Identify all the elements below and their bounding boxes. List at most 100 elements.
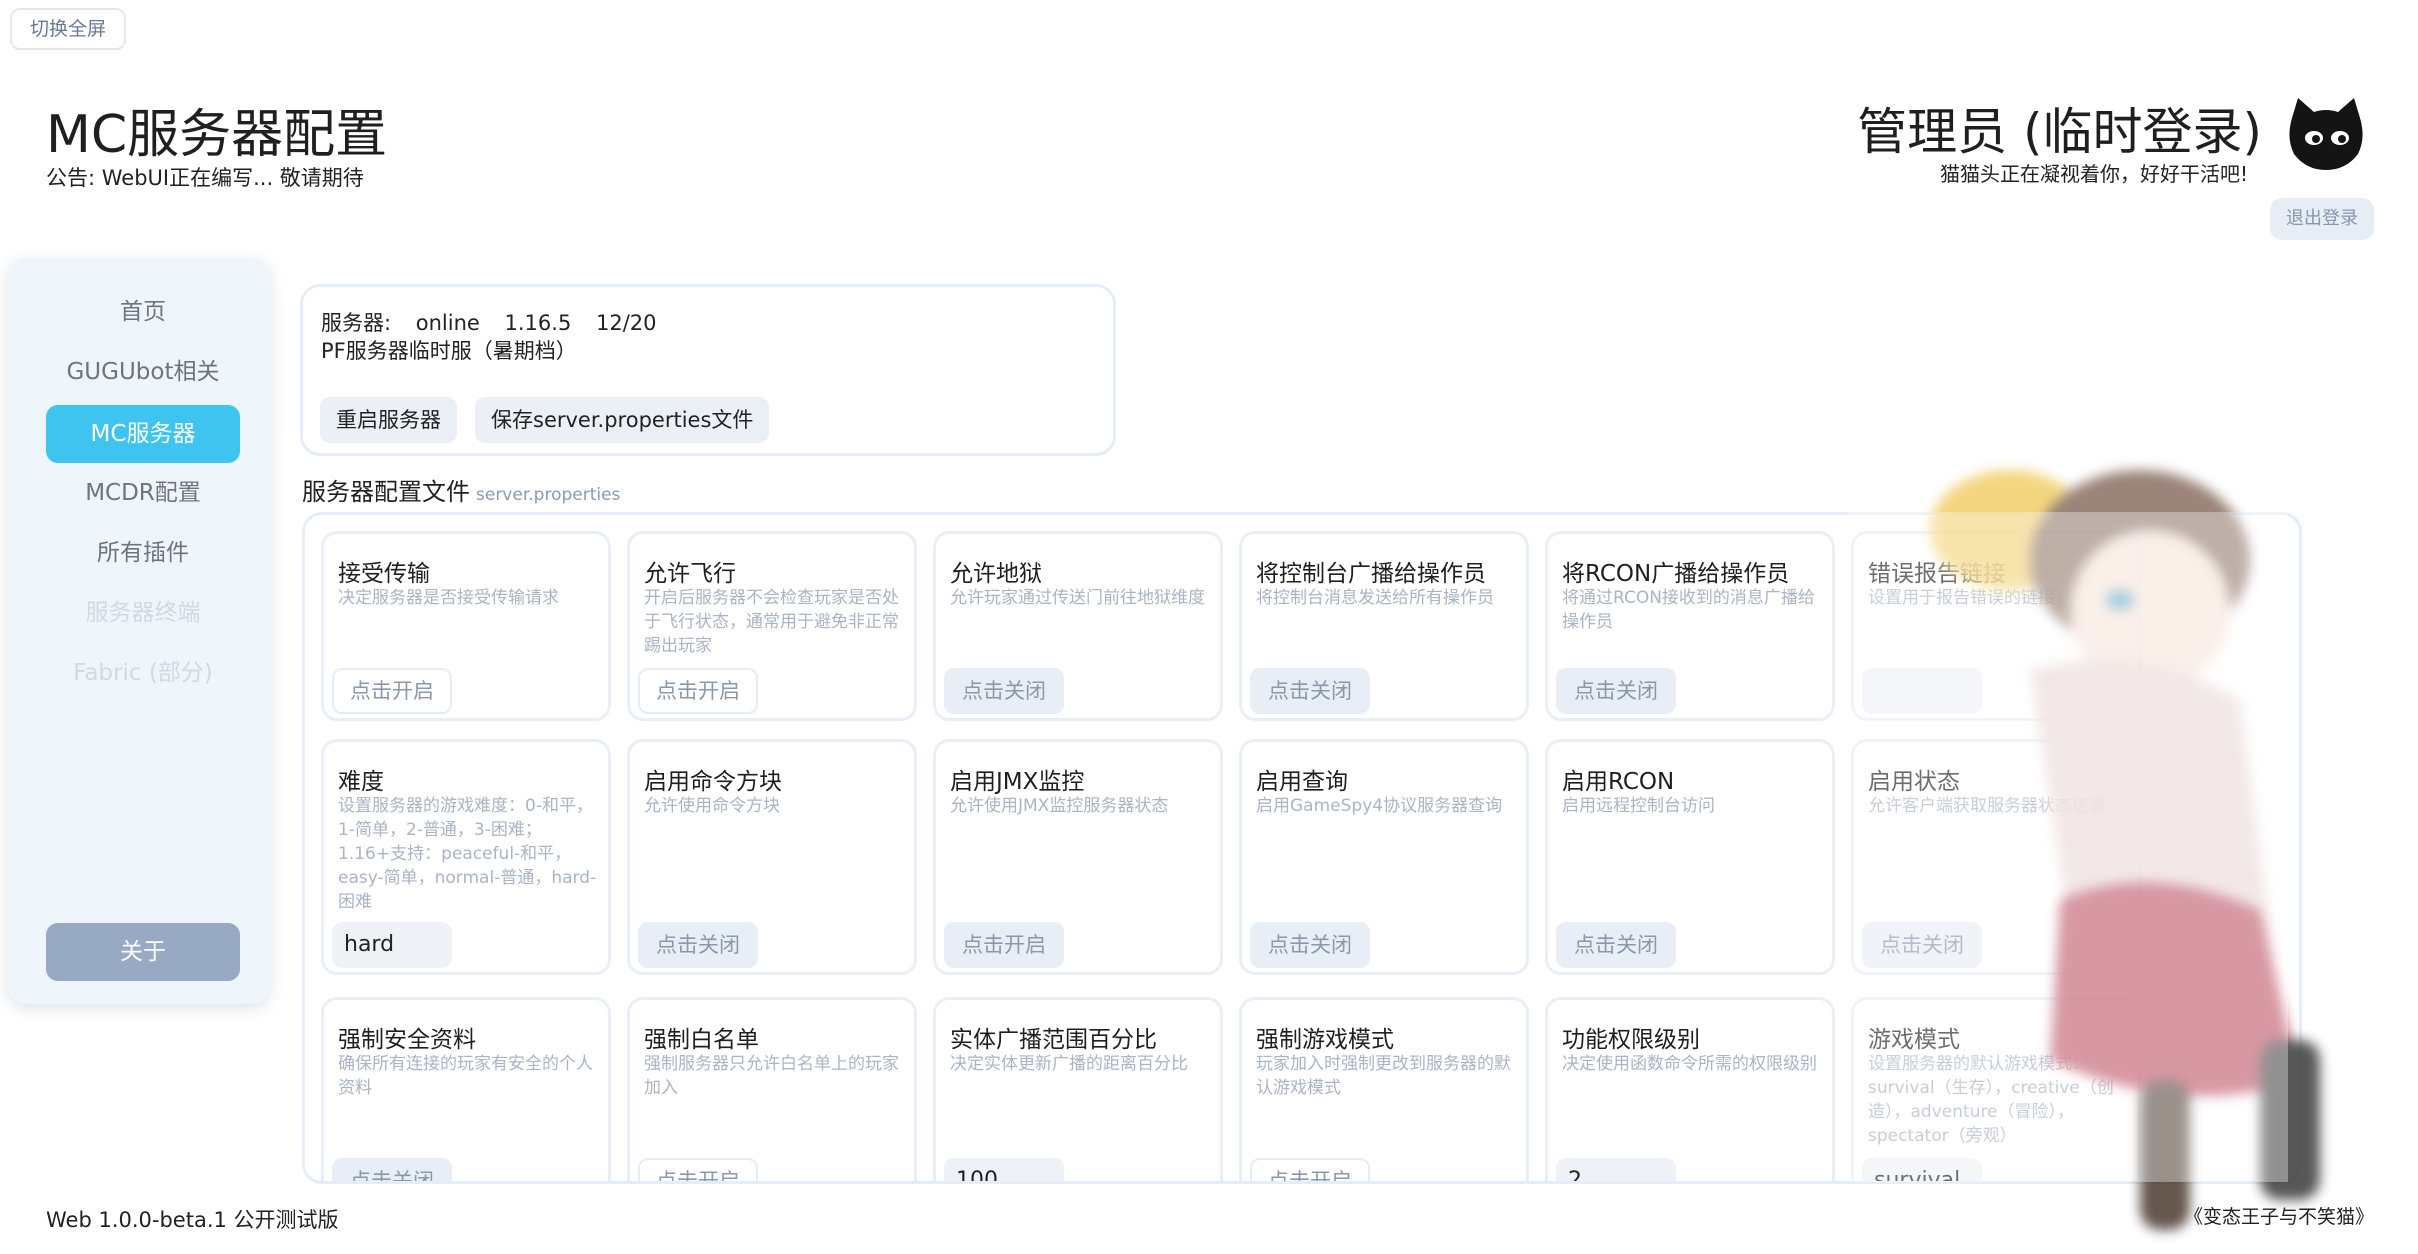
config-description: 决定服务器是否接受传输请求 — [338, 588, 559, 608]
page-title: MC服务器配置 — [46, 105, 388, 165]
config-description: 允许使用JMX监控服务器状态 — [950, 796, 1169, 816]
config-description: 将通过RCON接收到的消息广播给操作员 — [1562, 588, 1815, 632]
config-toggle-button[interactable]: 点击关闭 — [1250, 922, 1370, 968]
config-description: 开启后服务器不会检查玩家是否处于飞行状态，通常用于避免非正常踢出玩家 — [644, 588, 899, 656]
config-toggle-button[interactable]: 点击关闭 — [638, 922, 758, 968]
sidebar-item-gugubot[interactable]: GUGUbot相关 — [46, 343, 240, 401]
config-toggle-button[interactable]: 点击关闭 — [944, 668, 1064, 714]
config-toggle-button[interactable]: 点击关闭 — [1556, 668, 1676, 714]
sidebar-item-mcdr-config[interactable]: MCDR配置 — [46, 464, 240, 522]
sidebar-item-fabric: Fabric (部分) — [73, 660, 213, 686]
config-card: 游戏模式 设置服务器的默认游戏模式：survival（生存），creative（… — [1851, 997, 2141, 1181]
config-description: 玩家加入时强制更改到服务器的默认游戏模式 — [1256, 1054, 1511, 1098]
config-description: 确保所有连接的玩家有安全的个人资料 — [338, 1054, 593, 1098]
config-title: 强制安全资料 — [338, 1027, 476, 1053]
announcement-text: 公告: WebUI正在编写... 敬请期待 — [46, 166, 364, 190]
config-toggle-button[interactable]: 点击关闭 — [332, 1158, 452, 1181]
config-card: 启用查询 启用GameSpy4协议服务器查询 点击关闭 — [1239, 739, 1529, 975]
config-card: 启用命令方块 允许使用命令方块 点击关闭 — [627, 739, 917, 975]
config-card: 强制游戏模式 玩家加入时强制更改到服务器的默认游戏模式 点击开启 — [1239, 997, 1529, 1181]
server-version: 1.16.5 — [504, 311, 572, 335]
config-description: 启用远程控制台访问 — [1562, 796, 1715, 816]
cat-avatar-icon — [2286, 98, 2366, 170]
sidebar: 首页 GUGUbot相关 MC服务器 MCDR配置 所有插件 服务器终端 Fab… — [8, 258, 270, 1004]
config-card: 允许地狱 允许玩家通过传送门前往地狱维度 点击关闭 — [933, 531, 1223, 721]
config-title: 允许飞行 — [644, 561, 736, 587]
config-text-input[interactable]: hard — [332, 922, 452, 968]
config-text-input[interactable]: 100 — [944, 1158, 1064, 1181]
config-description: 允许客户端获取服务器状态信息 — [1868, 796, 2106, 816]
config-card: 实体广播范围百分比 决定实体更新广播的距离百分比 100 — [933, 997, 1223, 1181]
user-subtitle: 猫猫头正在凝视着你，好好干活吧! — [1939, 162, 2248, 186]
config-title: 强制游戏模式 — [1256, 1027, 1394, 1053]
config-card: 接受传输 决定服务器是否接受传输请求 点击开启 — [321, 531, 611, 721]
config-title: 启用JMX监控 — [950, 769, 1085, 795]
config-description: 设置服务器的游戏难度：0-和平，1-简单，2-普通，3-困难；1.16+支持：p… — [338, 796, 597, 912]
version-label: Web 1.0.0-beta.1 公开测试版 — [46, 1208, 339, 1232]
server-name: PF服务器临时服（暑期档） — [321, 339, 577, 363]
config-title: 错误报告链接 — [1868, 561, 2006, 587]
logout-button[interactable]: 退出登录 — [2270, 198, 2374, 240]
config-title: 启用状态 — [1868, 769, 1960, 795]
config-title: 启用命令方块 — [644, 769, 782, 795]
sidebar-item-terminal: 服务器终端 — [85, 600, 201, 626]
config-title: 实体广播范围百分比 — [950, 1027, 1157, 1053]
config-toggle-button[interactable]: 点击开启 — [332, 668, 452, 714]
restart-server-button[interactable]: 重启服务器 — [320, 397, 457, 443]
config-text-input[interactable]: survival — [1862, 1158, 1982, 1181]
sidebar-item-plugins[interactable]: 所有插件 — [46, 524, 240, 582]
config-toggle-button[interactable]: 点击开启 — [1250, 1158, 1370, 1181]
config-card: 功能权限级别 决定使用函数命令所需的权限级别 2 — [1545, 997, 1835, 1181]
config-title: 启用查询 — [1256, 769, 1348, 795]
config-card: 允许飞行 开启后服务器不会检查玩家是否处于飞行状态，通常用于避免非正常踢出玩家 … — [627, 531, 917, 721]
fullscreen-toggle-button[interactable]: 切换全屏 — [10, 8, 127, 50]
config-toggle-button[interactable]: 点击关闭 — [1556, 922, 1676, 968]
config-toggle-button[interactable]: 点击开启 — [944, 922, 1064, 968]
section-title-text: 服务器配置文件 — [302, 478, 470, 506]
sidebar-item-home[interactable]: 首页 — [46, 283, 240, 341]
section-file-name: server.properties — [476, 485, 621, 505]
save-properties-button[interactable]: 保存server.properties文件 — [475, 397, 770, 443]
config-title: 启用RCON — [1562, 769, 1675, 795]
server-status-card: 服务器: online 1.16.5 12/20 PF服务器临时服（暑期档） 重… — [300, 284, 1116, 456]
config-title: 难度 — [338, 769, 384, 795]
config-title: 将控制台广播给操作员 — [1256, 561, 1486, 587]
config-card: 强制白名单 强制服务器只允许白名单上的玩家加入 点击开启 — [627, 997, 917, 1181]
config-card: 难度 设置服务器的游戏难度：0-和平，1-简单，2-普通，3-困难；1.16+支… — [321, 739, 611, 975]
section-title: 服务器配置文件 server.properties — [302, 472, 620, 507]
config-description: 强制服务器只允许白名单上的玩家加入 — [644, 1054, 899, 1098]
config-card: 启用JMX监控 允许使用JMX监控服务器状态 点击开启 — [933, 739, 1223, 975]
config-description: 允许玩家通过传送门前往地狱维度 — [950, 588, 1205, 608]
config-description: 启用GameSpy4协议服务器查询 — [1256, 796, 1503, 816]
config-title: 将RCON广播给操作员 — [1562, 561, 1790, 587]
config-title: 游戏模式 — [1868, 1027, 1960, 1053]
config-card: 将控制台广播给操作员 将控制台消息发送给所有操作员 点击关闭 — [1239, 531, 1529, 721]
config-text-input[interactable]: 2 — [1556, 1158, 1676, 1181]
config-description: 将控制台消息发送给所有操作员 — [1256, 588, 1494, 608]
config-grid: 接受传输 决定服务器是否接受传输请求 点击开启 允许飞行 开启后服务器不会检查玩… — [302, 512, 2302, 1184]
config-title: 功能权限级别 — [1562, 1027, 1700, 1053]
server-players: 12/20 — [596, 311, 657, 335]
config-card: 启用RCON 启用远程控制台访问 点击关闭 — [1545, 739, 1835, 975]
config-description: 设置用于报告错误的链接 — [1868, 588, 2055, 608]
config-card: 错误报告链接 设置用于报告错误的链接 — [1851, 531, 2141, 721]
server-state: online — [415, 311, 480, 335]
config-toggle-button[interactable]: 点击关闭 — [1250, 668, 1370, 714]
config-card: 强制安全资料 确保所有连接的玩家有安全的个人资料 点击关闭 — [321, 997, 611, 1181]
config-text-input[interactable] — [1862, 668, 1982, 714]
config-title: 强制白名单 — [644, 1027, 759, 1053]
about-button[interactable]: 关于 — [46, 923, 240, 981]
config-title: 允许地狱 — [950, 561, 1042, 587]
config-toggle-button[interactable]: 点击开启 — [638, 1158, 758, 1181]
sidebar-item-mc-server[interactable]: MC服务器 — [46, 405, 240, 463]
credit-label: 《变态王子与不笑猫》 — [2183, 1206, 2374, 1228]
user-title: 管理员 (临时登录) — [1857, 103, 2262, 161]
config-description: 决定实体更新广播的距离百分比 — [950, 1054, 1188, 1074]
config-title: 接受传输 — [338, 561, 430, 587]
config-toggle-button[interactable]: 点击关闭 — [1862, 922, 1982, 968]
config-description: 允许使用命令方块 — [644, 796, 780, 816]
config-toggle-button[interactable]: 点击开启 — [638, 668, 758, 714]
server-label: 服务器: — [321, 311, 392, 335]
config-card: 将RCON广播给操作员 将通过RCON接收到的消息广播给操作员 点击关闭 — [1545, 531, 1835, 721]
config-description: 决定使用函数命令所需的权限级别 — [1562, 1054, 1817, 1074]
